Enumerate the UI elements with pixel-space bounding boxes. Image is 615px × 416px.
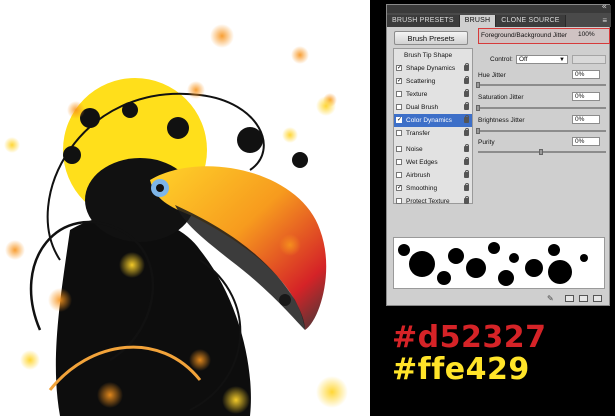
option-label: Dual Brush bbox=[406, 104, 439, 111]
brush-tip-shape-item[interactable]: Brush Tip Shape bbox=[394, 49, 472, 62]
hue-jitter-label: Hue Jitter bbox=[478, 72, 506, 79]
hex-red-label: #d52327 bbox=[392, 320, 547, 355]
option-label: Noise bbox=[406, 146, 423, 153]
lock-icon[interactable] bbox=[464, 144, 469, 152]
option-protect-texture[interactable]: Protect Texture bbox=[394, 195, 472, 208]
option-label: Texture bbox=[406, 91, 428, 98]
new-preset-icon[interactable] bbox=[579, 295, 588, 302]
saturation-jitter-value[interactable]: 0% bbox=[572, 92, 600, 101]
tab-brush-presets[interactable]: BRUSH PRESETS bbox=[387, 15, 460, 27]
lock-icon[interactable] bbox=[464, 102, 469, 110]
control-label: Control: bbox=[490, 56, 513, 63]
saturation-jitter-thumb[interactable] bbox=[476, 105, 480, 111]
purity-thumb[interactable] bbox=[539, 149, 543, 155]
option-smoothing[interactable]: ✓ Smoothing bbox=[394, 182, 472, 195]
saturation-jitter-label: Saturation Jitter bbox=[478, 94, 524, 101]
option-label: Wet Edges bbox=[406, 159, 438, 166]
tab-brush[interactable]: BRUSH bbox=[459, 15, 497, 27]
saturation-jitter-slider[interactable] bbox=[478, 107, 606, 109]
hex-yellow-label: #ffe429 bbox=[392, 352, 530, 387]
texture-checkbox[interactable] bbox=[396, 91, 402, 97]
grid-icon[interactable] bbox=[565, 295, 574, 302]
option-label: Scattering bbox=[406, 78, 436, 85]
brush-panel: « BRUSH PRESETS BRUSH CLONE SOURCE ≡ Bru… bbox=[386, 2, 611, 306]
collapse-icon[interactable]: « bbox=[601, 2, 607, 12]
lock-icon[interactable] bbox=[464, 183, 469, 191]
trash-icon[interactable] bbox=[593, 295, 602, 302]
brightness-jitter-value[interactable]: 0% bbox=[572, 115, 600, 124]
wet-edges-checkbox[interactable] bbox=[396, 159, 402, 165]
tab-clone-source[interactable]: CLONE SOURCE bbox=[496, 15, 566, 27]
brightness-jitter-label: Brightness Jitter bbox=[478, 117, 525, 124]
option-color-dynamics[interactable]: ✓ Color Dynamics bbox=[394, 114, 472, 127]
lock-icon[interactable] bbox=[464, 157, 469, 165]
option-label: Smoothing bbox=[406, 185, 438, 192]
panel-collapse-bar[interactable]: « bbox=[387, 2, 611, 13]
panel-bottom-bar: ✎ bbox=[387, 293, 609, 305]
fg-bg-jitter-value[interactable]: 100% bbox=[576, 31, 604, 40]
option-scattering[interactable]: ✓ Scattering bbox=[394, 75, 472, 88]
panel-menu-icon[interactable]: ≡ bbox=[602, 15, 611, 27]
option-label: Transfer bbox=[406, 130, 430, 137]
dual-brush-checkbox[interactable] bbox=[396, 104, 402, 110]
protect-texture-checkbox[interactable] bbox=[396, 198, 402, 204]
scattering-checkbox[interactable]: ✓ bbox=[396, 78, 402, 84]
option-dual-brush[interactable]: Dual Brush bbox=[394, 101, 472, 114]
lock-icon[interactable] bbox=[464, 115, 469, 123]
option-shape-dynamics[interactable]: ✓ Shape Dynamics bbox=[394, 62, 472, 75]
control-value: Off bbox=[519, 56, 528, 63]
color-dynamics-checkbox[interactable]: ✓ bbox=[396, 117, 402, 123]
option-wet-edges[interactable]: Wet Edges bbox=[394, 156, 472, 169]
smoothing-checkbox[interactable]: ✓ bbox=[396, 185, 402, 191]
lock-icon[interactable] bbox=[464, 76, 469, 84]
control-dropdown[interactable]: Off ▼ bbox=[516, 55, 568, 64]
purity-value[interactable]: 0% bbox=[572, 137, 600, 146]
hue-jitter-thumb[interactable] bbox=[476, 82, 480, 88]
hue-jitter-value[interactable]: 0% bbox=[572, 70, 600, 79]
panel-tabs: BRUSH PRESETS BRUSH CLONE SOURCE ≡ bbox=[387, 13, 611, 27]
brush-options-list: Brush Tip Shape ✓ Shape Dynamics ✓ Scatt… bbox=[393, 48, 473, 205]
option-transfer[interactable]: Transfer bbox=[394, 127, 472, 140]
lock-icon[interactable] bbox=[464, 63, 469, 71]
option-noise[interactable]: Noise bbox=[394, 143, 472, 156]
lock-icon[interactable] bbox=[464, 128, 469, 136]
option-label: Airbrush bbox=[406, 172, 431, 179]
shape-dynamics-checkbox[interactable]: ✓ bbox=[396, 65, 402, 71]
noise-checkbox[interactable] bbox=[396, 146, 402, 152]
lock-icon[interactable] bbox=[464, 170, 469, 178]
option-label: Color Dynamics bbox=[406, 117, 452, 124]
airbrush-checkbox[interactable] bbox=[396, 172, 402, 178]
transfer-checkbox[interactable] bbox=[396, 130, 402, 136]
hue-jitter-slider[interactable] bbox=[478, 84, 606, 86]
fg-bg-jitter-label: Foreground/Background Jitter bbox=[481, 32, 567, 39]
color-dynamics-settings: Foreground/Background Jitter 100% Contro… bbox=[476, 27, 610, 207]
brightness-jitter-thumb[interactable] bbox=[476, 128, 480, 134]
brush-toggle-icon[interactable]: ✎ bbox=[547, 294, 554, 303]
toucan-illustration bbox=[4, 24, 348, 416]
purity-label: Purity bbox=[478, 139, 495, 146]
lock-icon[interactable] bbox=[464, 196, 469, 204]
option-label: Protect Texture bbox=[406, 198, 450, 205]
option-texture[interactable]: Texture bbox=[394, 88, 472, 101]
brush-presets-button[interactable]: Brush Presets bbox=[394, 31, 468, 45]
lock-icon[interactable] bbox=[464, 89, 469, 97]
brush-stroke-preview bbox=[393, 237, 605, 289]
option-airbrush[interactable]: Airbrush bbox=[394, 169, 472, 182]
control-disabled-field bbox=[572, 55, 606, 64]
brightness-jitter-slider[interactable] bbox=[478, 130, 606, 132]
stroke-preview-drawing bbox=[398, 242, 588, 286]
toucan-artwork bbox=[0, 0, 370, 416]
option-label: Shape Dynamics bbox=[406, 65, 456, 72]
chevron-down-icon: ▼ bbox=[559, 57, 565, 63]
